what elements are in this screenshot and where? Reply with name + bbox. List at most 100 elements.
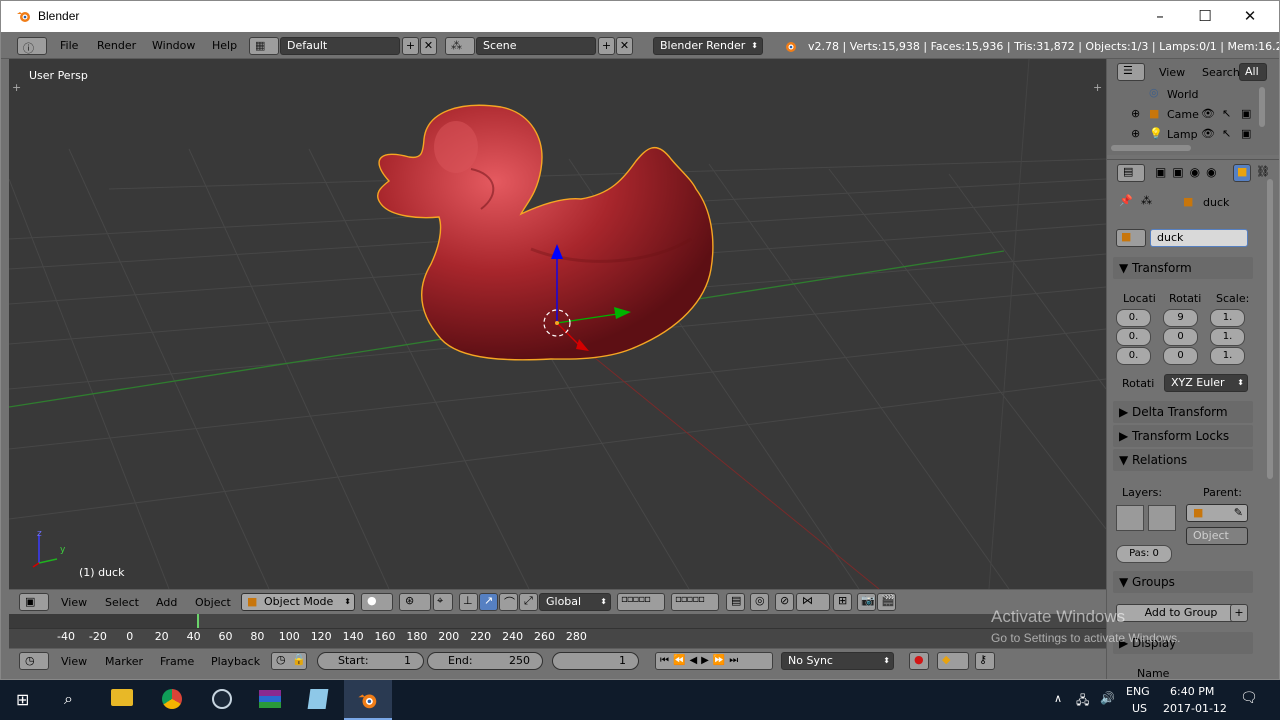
editor-type-3d-button[interactable]: ▣: [19, 593, 49, 611]
render-camera-icon[interactable]: ▣: [1241, 107, 1251, 120]
scale-y-field[interactable]: 1.: [1210, 328, 1245, 346]
menu-object[interactable]: Object: [195, 596, 231, 609]
playback-controls[interactable]: ⏮⏪◀▶⏩⏭: [655, 652, 773, 670]
delta-transform-panel-header[interactable]: ▶ Delta Transform: [1113, 401, 1253, 423]
menu-help[interactable]: Help: [212, 39, 237, 52]
rotation-y-field[interactable]: 0: [1163, 328, 1198, 346]
object-name-field[interactable]: duck: [1150, 229, 1248, 247]
parent-field[interactable]: ■ ✎: [1186, 504, 1248, 522]
cursor-icon[interactable]: ↖: [1222, 107, 1231, 120]
network-icon[interactable]: 🖧: [1076, 691, 1089, 712]
menu-frame[interactable]: Frame: [160, 655, 194, 668]
outliner-hscrollbar[interactable]: [1111, 145, 1191, 151]
properties-scrollbar[interactable]: [1267, 179, 1273, 479]
show-hidden-icons[interactable]: ∧: [1054, 692, 1062, 705]
expand-icon[interactable]: ⊕: [1131, 107, 1140, 120]
mode-select[interactable]: ■ Object Mode ⬍: [241, 593, 355, 611]
outliner-search-menu[interactable]: Search: [1202, 66, 1240, 79]
manipulator-toggle-button[interactable]: ⌖: [433, 593, 453, 611]
language-indicator[interactable]: ENG: [1126, 685, 1150, 698]
auto-keyframe-button[interactable]: ●: [909, 652, 929, 670]
scene-name-field[interactable]: Scene: [476, 37, 596, 55]
outliner-vscrollbar[interactable]: [1259, 87, 1265, 127]
rotate-mode-button[interactable]: ↗: [479, 593, 498, 611]
object-tab[interactable]: ■: [1233, 164, 1251, 182]
transform-manipulator[interactable]: [529, 239, 669, 369]
outliner-display-select[interactable]: All: [1239, 63, 1267, 81]
winrar-button[interactable]: [246, 680, 294, 720]
editor-type-timeline-button[interactable]: ◷: [19, 652, 49, 670]
menu-file[interactable]: File: [60, 39, 78, 52]
layout-browse-button[interactable]: ▦: [249, 37, 279, 55]
properties-expand-icon[interactable]: +: [1093, 81, 1102, 94]
properties-context-tabs[interactable]: ▣▣◉◉: [1155, 165, 1223, 179]
editor-type-properties-button[interactable]: ▤: [1117, 164, 1145, 182]
sync-mode-select[interactable]: No Sync ⬍: [781, 652, 894, 670]
expand-icon[interactable]: ⊕: [1131, 127, 1140, 140]
preview-range-button[interactable]: ◷ 🔒: [271, 652, 307, 670]
menu-window[interactable]: Window: [152, 39, 195, 52]
outliner-item-camera[interactable]: ⊕ ■ Came 👁 ↖ ▣: [1107, 105, 1279, 125]
viewport-shading-button[interactable]: ●: [361, 593, 393, 611]
pivot-point-button[interactable]: ⊛: [399, 593, 431, 611]
menu-add[interactable]: Add: [156, 596, 177, 609]
outliner-item-lamp[interactable]: ⊕ 💡 Lamp 👁 ↖ ▣: [1107, 125, 1279, 145]
constraints-tab-icon[interactable]: ⛓: [1256, 165, 1270, 178]
3d-viewport[interactable]: User Persp + + z y (1) duck: [9, 59, 1106, 589]
snap-toggle-button[interactable]: ⊘: [775, 593, 794, 611]
layout-remove-button[interactable]: ✕: [420, 37, 437, 55]
search-button[interactable]: ⌕: [48, 680, 96, 720]
parent-type-select[interactable]: Object: [1186, 527, 1248, 545]
menu-playback[interactable]: Playback: [211, 655, 260, 668]
outliner[interactable]: ☰ View Search All ◎ World ⊕ ■ Came 👁 ↖ ▣…: [1107, 59, 1279, 155]
clock-time[interactable]: 6:40 PM: [1170, 685, 1214, 698]
arc-mode-button[interactable]: ⌒: [499, 593, 518, 611]
eyedropper-icon[interactable]: ✎: [1234, 505, 1243, 521]
add-group-plus-button[interactable]: +: [1230, 604, 1248, 622]
render-preview-button[interactable]: ⊞: [833, 593, 852, 611]
relations-panel-header[interactable]: ▼ Relations: [1113, 449, 1253, 471]
layout-add-button[interactable]: +: [402, 37, 419, 55]
object-browse-button[interactable]: ■: [1116, 229, 1146, 247]
add-to-group-button[interactable]: Add to Group: [1116, 604, 1246, 622]
current-frame-field[interactable]: 1: [552, 652, 639, 670]
eye-icon[interactable]: 👁: [1201, 107, 1215, 120]
menu-view[interactable]: View: [61, 596, 87, 609]
opengl-render-button[interactable]: 📷: [857, 593, 876, 611]
scene-add-button[interactable]: +: [598, 37, 615, 55]
scene-browse-button[interactable]: ⁂: [445, 37, 475, 55]
blender-taskbar-button[interactable]: [344, 680, 392, 720]
toolshelf-expand-icon[interactable]: +: [12, 81, 21, 94]
outliner-item-world[interactable]: ◎ World: [1107, 85, 1279, 105]
maximize-button[interactable]: ☐: [1182, 1, 1228, 32]
menu-view[interactable]: View: [61, 655, 87, 668]
opengl-animation-button[interactable]: 🎬: [877, 593, 896, 611]
volume-icon[interactable]: 🔊: [1100, 691, 1115, 705]
end-frame-field[interactable]: End: 250: [427, 652, 543, 670]
scene-remove-button[interactable]: ✕: [616, 37, 633, 55]
layers-grid-1[interactable]: [1116, 505, 1144, 531]
outliner-view-menu[interactable]: View: [1159, 66, 1185, 79]
proportional-edit-button[interactable]: ◎: [750, 593, 769, 611]
pass-index-field[interactable]: Pas: 0: [1116, 545, 1172, 563]
start-frame-field[interactable]: Start: 1: [317, 652, 424, 670]
keying-set-button[interactable]: ◆: [937, 652, 969, 670]
rotation-x-field[interactable]: 9: [1163, 309, 1198, 327]
cursor-icon[interactable]: ↖: [1222, 127, 1231, 140]
editor-type-info-button[interactable]: ⓘ: [17, 37, 47, 55]
scale-mode-button[interactable]: ⤢: [519, 593, 538, 611]
editor-type-outliner-button[interactable]: ☰: [1117, 63, 1145, 81]
notepad-button[interactable]: [294, 680, 342, 720]
layers-grid-2[interactable]: [1148, 505, 1176, 531]
scale-z-field[interactable]: 1.: [1210, 347, 1245, 365]
transform-panel-header[interactable]: ▼ Transform: [1113, 257, 1253, 279]
clock-date[interactable]: 2017-01-12: [1163, 702, 1227, 715]
timeline-editor[interactable]: -40 -20 0 20 40 60 80 100 120 140 160 180 200 220 240 2…: [9, 614, 1106, 648]
location-x-field[interactable]: 0.: [1116, 309, 1151, 327]
scale-x-field[interactable]: 1.: [1210, 309, 1245, 327]
menu-select[interactable]: Select: [105, 596, 139, 609]
start-button[interactable]: ⊞: [0, 680, 48, 720]
location-z-field[interactable]: 0.: [1116, 347, 1151, 365]
layers-row-1[interactable]: ▫▫▫▫▫: [617, 593, 665, 611]
steam-button[interactable]: [198, 680, 246, 720]
